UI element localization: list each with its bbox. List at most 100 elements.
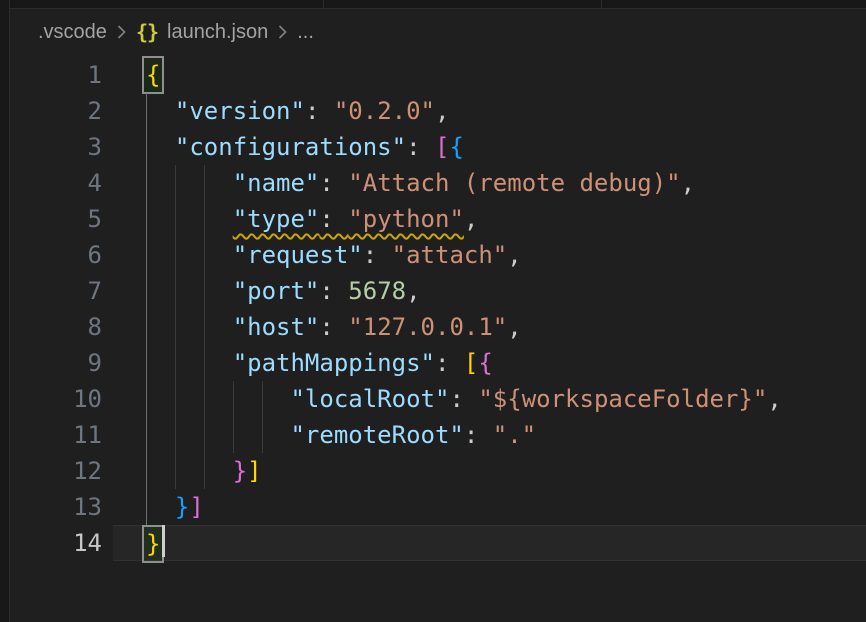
line-number-5[interactable]: 5 <box>10 201 102 237</box>
matched-bracket: } <box>143 526 163 562</box>
line-number-6[interactable]: 6 <box>10 237 102 273</box>
code-line-9[interactable]: 9 "pathMappings": [{ <box>10 345 866 381</box>
line-number-12[interactable]: 12 <box>10 453 102 489</box>
code-line-7[interactable]: 7 "port": 5678, <box>10 273 866 309</box>
code-token: "port" <box>233 277 320 305</box>
line-number-1[interactable]: 1 <box>10 57 102 93</box>
line-number-14[interactable]: 14 <box>10 525 102 561</box>
code-token: , <box>435 97 449 125</box>
code-text: "type": "python", <box>146 201 478 237</box>
code-token: "host" <box>233 313 320 341</box>
breadcrumb-symbol[interactable]: ... <box>297 21 314 44</box>
code-text: "request": "attach", <box>146 237 522 273</box>
tab-divider <box>601 0 602 8</box>
line-number-8[interactable]: 8 <box>10 309 102 345</box>
line-number-10[interactable]: 10 <box>10 381 102 417</box>
breadcrumb-folder[interactable]: .vscode <box>38 21 107 44</box>
chevron-right-icon <box>116 23 127 41</box>
line-number-13[interactable]: 13 <box>10 489 102 525</box>
code-token: "request" <box>233 241 363 269</box>
vscode-window: .vscode {} launch.json ... 1{2"version":… <box>0 0 866 622</box>
code-token: "name" <box>233 169 320 197</box>
code-token: "remoteRoot" <box>290 421 463 449</box>
code-editor[interactable]: 1{2"version": "0.2.0",3"configurations":… <box>10 57 866 561</box>
code-token: : <box>319 169 348 197</box>
code-token: "version" <box>175 97 305 125</box>
code-token: : <box>363 241 392 269</box>
warning-squiggle-token: : <box>319 205 348 233</box>
line-number-9[interactable]: 9 <box>10 345 102 381</box>
json-braces-icon: {} <box>136 20 158 44</box>
code-text: "host": "127.0.0.1", <box>146 309 522 345</box>
code-token: "pathMappings" <box>233 349 435 377</box>
line-number-4[interactable]: 4 <box>10 165 102 201</box>
breadcrumb-file[interactable]: launch.json <box>167 21 268 44</box>
code-text: "configurations": [{ <box>146 129 464 165</box>
code-line-13[interactable]: 13}] <box>10 489 866 525</box>
code-token: } <box>175 493 189 521</box>
code-token: "attach" <box>392 241 508 269</box>
code-text: "port": 5678, <box>146 273 421 309</box>
code-token: 5678 <box>348 277 406 305</box>
code-token: , <box>767 385 781 413</box>
code-token: [ <box>464 349 478 377</box>
code-token: , <box>507 313 521 341</box>
code-line-4[interactable]: 4 "name": "Attach (remote debug)", <box>10 165 866 201</box>
code-token: : <box>449 385 478 413</box>
code-token: "0.2.0" <box>334 97 435 125</box>
code-token: : <box>464 421 493 449</box>
code-token: : <box>319 277 348 305</box>
code-token: ] <box>189 493 203 521</box>
code-token: : <box>305 97 334 125</box>
code-line-5[interactable]: 5 "type": "python", <box>10 201 866 237</box>
code-token: "." <box>493 421 536 449</box>
code-text: "version": "0.2.0", <box>146 93 449 129</box>
code-token: "${workspaceFolder}" <box>478 385 767 413</box>
code-token: [ <box>435 133 449 161</box>
code-token: "configurations" <box>175 133 406 161</box>
code-text: "localRoot": "${workspaceFolder}", <box>146 381 782 417</box>
code-token: { <box>478 349 492 377</box>
code-text: }] <box>146 453 262 489</box>
code-line-11[interactable]: 11 "remoteRoot": "." <box>10 417 866 453</box>
code-text: "name": "Attach (remote debug)", <box>146 165 695 201</box>
tab-divider <box>323 0 324 8</box>
code-token: , <box>681 169 695 197</box>
warning-squiggle-token: "python" <box>348 205 464 233</box>
code-line-6[interactable]: 6 "request": "attach", <box>10 237 866 273</box>
code-token: "Attach (remote debug)" <box>348 169 680 197</box>
code-line-3[interactable]: 3 "configurations": [{ <box>10 129 866 165</box>
code-text: { <box>146 57 160 93</box>
code-text: "pathMappings": [{ <box>146 345 493 381</box>
code-token: "127.0.0.1" <box>348 313 507 341</box>
code-token: , <box>507 241 521 269</box>
code-line-12[interactable]: 12}] <box>10 453 866 489</box>
code-line-14[interactable]: 14} <box>10 525 866 561</box>
code-line-8[interactable]: 8 "host": "127.0.0.1", <box>10 309 866 345</box>
code-line-10[interactable]: 10 "localRoot": "${workspaceFolder}", <box>10 381 866 417</box>
matched-bracket: { <box>143 57 163 93</box>
code-token: : <box>406 133 435 161</box>
code-token: , <box>406 277 420 305</box>
code-text: } <box>146 525 165 562</box>
code-line-2[interactable]: 2 "version": "0.2.0", <box>10 93 866 129</box>
code-text: "remoteRoot": "." <box>146 417 536 453</box>
text-cursor <box>162 525 165 557</box>
line-number-2[interactable]: 2 <box>10 93 102 129</box>
code-token: { <box>449 133 463 161</box>
line-number-3[interactable]: 3 <box>10 129 102 165</box>
line-number-11[interactable]: 11 <box>10 417 102 453</box>
breadcrumb: .vscode {} launch.json ... <box>10 12 314 52</box>
code-token: } <box>233 457 247 485</box>
code-text: }] <box>146 489 204 525</box>
line-number-7[interactable]: 7 <box>10 273 102 309</box>
code-token: "localRoot" <box>290 385 449 413</box>
tab-bar-strip <box>10 0 866 9</box>
current-line-highlight <box>113 525 866 561</box>
code-token: : <box>435 349 464 377</box>
code-token: , <box>464 205 478 233</box>
code-line-1[interactable]: 1{ <box>10 57 866 93</box>
chevron-right-icon <box>277 23 288 41</box>
code-token: : <box>319 313 348 341</box>
code-token: ] <box>247 457 261 485</box>
